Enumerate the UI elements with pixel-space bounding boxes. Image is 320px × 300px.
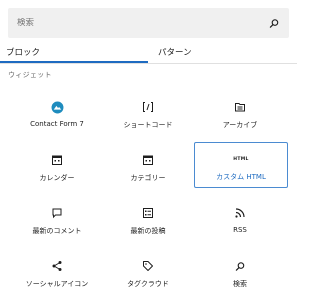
block-archive[interactable]: アーカイブ <box>194 90 286 134</box>
block-label: カスタム HTML <box>216 173 266 181</box>
search-input[interactable] <box>17 18 268 28</box>
block-shortcode[interactable]: ショートコード <box>102 90 194 134</box>
shortcode-icon <box>142 99 154 115</box>
block-custom-html[interactable]: HTML カスタム HTML <box>194 142 288 188</box>
block-label: カテゴリー <box>130 174 166 182</box>
tab-blocks-label: ブロック <box>6 48 41 58</box>
tag-cloud-icon <box>142 258 154 274</box>
contact-form-7-icon <box>51 99 64 115</box>
block-label: RSS <box>233 226 247 234</box>
archive-icon <box>234 99 246 115</box>
block-label: タグクラウド <box>127 280 169 288</box>
social-icons-icon <box>51 258 63 274</box>
tabs-divider <box>0 63 297 64</box>
block-tag-cloud[interactable]: タグクラウド <box>102 249 194 293</box>
latest-posts-icon <box>142 205 154 221</box>
block-search[interactable]: 検索 <box>194 249 286 293</box>
block-contact-form-7[interactable]: Contact Form 7 <box>11 90 103 134</box>
rss-icon <box>234 205 246 221</box>
tab-patterns-label: パターン <box>158 48 192 58</box>
custom-html-icon: HTML <box>233 151 248 167</box>
block-calendar[interactable]: カレンダー <box>11 143 103 187</box>
block-label: 最新のコメント <box>32 227 82 235</box>
block-search-box[interactable] <box>8 8 289 38</box>
calendar-icon <box>51 152 63 168</box>
block-label: ソーシャルアイコン <box>25 280 89 288</box>
search-icon[interactable] <box>268 17 280 29</box>
block-label: Contact Form 7 <box>30 120 84 128</box>
block-label: カレンダー <box>39 174 75 182</box>
block-categories[interactable]: カテゴリー <box>102 143 194 187</box>
section-title-widgets: ウィジェット <box>8 71 52 79</box>
block-label: アーカイブ <box>222 121 258 129</box>
latest-comments-icon <box>51 205 63 221</box>
block-social-icons[interactable]: ソーシャルアイコン <box>11 249 103 293</box>
block-latest-comments[interactable]: 最新のコメント <box>11 196 103 240</box>
tab-patterns[interactable]: パターン <box>148 40 296 64</box>
inserter-tabs: ブロック パターン <box>0 40 297 64</box>
custom-html-icon-text: HTML <box>233 156 249 162</box>
block-label: ショートコード <box>123 121 173 129</box>
block-latest-posts[interactable]: 最新の投稿 <box>102 196 194 240</box>
block-label: 検索 <box>233 280 247 288</box>
block-rss[interactable]: RSS <box>194 196 286 240</box>
categories-icon <box>142 152 154 168</box>
block-label: 最新の投稿 <box>130 227 166 235</box>
search-block-icon <box>235 258 246 274</box>
